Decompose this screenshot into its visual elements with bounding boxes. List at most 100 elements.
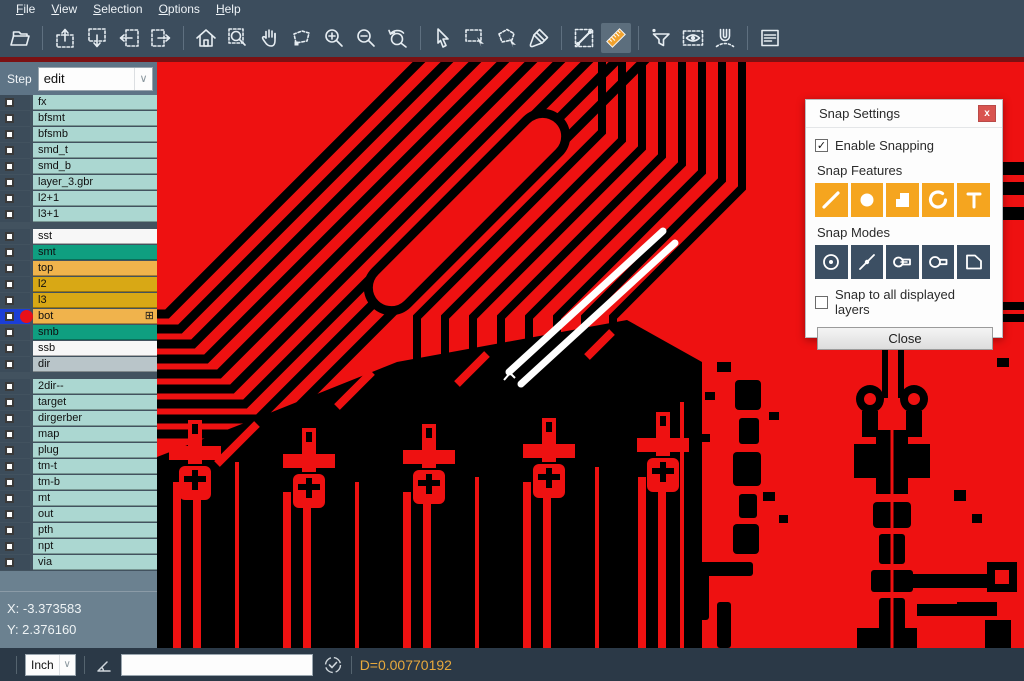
layer-label[interactable]: dirgerber — [33, 411, 157, 426]
import-bottom-button[interactable] — [82, 23, 112, 53]
layer-row[interactable]: dir — [0, 357, 157, 372]
layer-label[interactable]: tm-b — [33, 475, 157, 490]
snap-all-layers-row[interactable]: Snap to all displayed layers — [815, 287, 993, 317]
snap-line-button[interactable] — [815, 183, 848, 217]
layer-label[interactable]: top — [33, 261, 157, 276]
snap-center-button[interactable] — [815, 245, 848, 279]
snap-pad-slot-button[interactable] — [886, 245, 919, 279]
layer-visibility-checkbox[interactable] — [0, 539, 30, 554]
view-eye-button[interactable] — [678, 23, 708, 53]
panels-button[interactable] — [755, 23, 785, 53]
snap-all-layers-checkbox[interactable] — [815, 296, 828, 309]
layer-label[interactable]: smd_b — [33, 159, 157, 174]
layer-visibility-checkbox[interactable] — [0, 341, 30, 356]
menu-options[interactable]: Options — [151, 0, 208, 18]
layer-label[interactable]: tm-t — [33, 459, 157, 474]
layer-row[interactable]: smt — [0, 245, 157, 260]
layer-row[interactable]: smd_t — [0, 143, 157, 158]
select-cursor-button[interactable] — [428, 23, 458, 53]
layer-visibility-checkbox[interactable] — [0, 175, 30, 190]
zoom-in-button[interactable] — [319, 23, 349, 53]
import-left-button[interactable] — [114, 23, 144, 53]
pan-hand-button[interactable] — [255, 23, 285, 53]
enable-snapping-row[interactable]: ✓ Enable Snapping — [815, 138, 993, 153]
zoom-home-button[interactable] — [191, 23, 221, 53]
menu-selection[interactable]: Selection — [85, 0, 150, 18]
close-button[interactable]: Close — [817, 327, 993, 350]
zoom-out-button[interactable] — [351, 23, 381, 53]
layer-visibility-checkbox[interactable] — [0, 245, 30, 260]
layer-visibility-checkbox[interactable] — [0, 229, 30, 244]
command-input[interactable] — [121, 654, 313, 676]
enable-snapping-checkbox[interactable]: ✓ — [815, 139, 828, 152]
menu-file[interactable]: File — [8, 0, 43, 18]
layer-row[interactable]: bot⊞ — [0, 309, 157, 324]
layer-label[interactable]: l3 — [33, 293, 157, 308]
layer-row[interactable]: l2 — [0, 277, 157, 292]
layer-label[interactable]: fx — [33, 95, 157, 110]
layer-visibility-checkbox[interactable] — [0, 111, 30, 126]
layer-label[interactable]: pth — [33, 523, 157, 538]
menu-view[interactable]: View — [43, 0, 85, 18]
select-polygon-button[interactable] — [492, 23, 522, 53]
brush-button[interactable] — [524, 23, 554, 53]
layer-label[interactable]: via — [33, 555, 157, 570]
layer-row[interactable]: top — [0, 261, 157, 276]
layer-label[interactable]: bfsmt — [33, 111, 157, 126]
layer-visibility-checkbox[interactable] — [0, 395, 30, 410]
layer-visibility-checkbox[interactable] — [0, 491, 30, 506]
snap-magnet-button[interactable] — [710, 23, 740, 53]
layer-visibility-checkbox[interactable] — [0, 325, 30, 340]
layer-label[interactable]: npt — [33, 539, 157, 554]
open-folder-button[interactable] — [5, 23, 35, 53]
layer-row[interactable]: sst — [0, 229, 157, 244]
layer-row[interactable]: l3+1 — [0, 207, 157, 222]
layer-label[interactable]: map — [33, 427, 157, 442]
layer-visibility-checkbox[interactable] — [0, 95, 30, 110]
layer-row[interactable]: via — [0, 555, 157, 570]
apply-check-icon[interactable] — [323, 655, 343, 675]
layer-row[interactable]: fx — [0, 95, 157, 110]
layer-visibility-checkbox[interactable] — [0, 427, 30, 442]
unit-select[interactable]: Inch ∨ — [25, 654, 76, 676]
layer-visibility-checkbox[interactable] — [0, 523, 30, 538]
layer-row[interactable]: mt — [0, 491, 157, 506]
layer-row[interactable]: l2+1 — [0, 191, 157, 206]
layer-row[interactable]: layer_3.gbr — [0, 175, 157, 190]
zoom-polygon-button[interactable] — [287, 23, 317, 53]
layer-visibility-checkbox[interactable] — [0, 475, 30, 490]
step-select[interactable]: edit ∨ — [38, 67, 153, 91]
layer-row[interactable]: out — [0, 507, 157, 522]
layer-visibility-checkbox[interactable] — [0, 143, 30, 158]
layer-label[interactable]: target — [33, 395, 157, 410]
layer-label[interactable]: bfsmb — [33, 127, 157, 142]
layer-row[interactable]: npt — [0, 539, 157, 554]
layer-visibility-checkbox[interactable] — [0, 159, 30, 174]
snap-text-button[interactable] — [957, 183, 990, 217]
layer-visibility-checkbox[interactable] — [0, 507, 30, 522]
layer-row[interactable]: ssb — [0, 341, 157, 356]
layer-visibility-checkbox[interactable] — [0, 555, 30, 570]
layer-visibility-checkbox[interactable] — [0, 443, 30, 458]
layer-label[interactable]: l2+1 — [33, 191, 157, 206]
layer-row[interactable]: map — [0, 427, 157, 442]
layer-row[interactable]: l3 — [0, 293, 157, 308]
ruler-button[interactable] — [601, 23, 631, 53]
zoom-previous-button[interactable] — [383, 23, 413, 53]
dialog-close-icon[interactable]: x — [978, 105, 996, 122]
layer-row[interactable]: tm-b — [0, 475, 157, 490]
snap-arc-button[interactable] — [922, 183, 955, 217]
pcb-canvas[interactable]: Snap Settings x ✓ Enable Snapping Snap F… — [157, 62, 1024, 648]
layer-visibility-checkbox[interactable] — [0, 277, 30, 292]
layer-row[interactable]: tm-t — [0, 459, 157, 474]
layer-label[interactable]: bot⊞ — [33, 309, 157, 324]
layer-label[interactable]: 2dir-- — [33, 379, 157, 394]
layer-visibility-checkbox[interactable] — [0, 207, 30, 222]
zoom-window-button[interactable] — [223, 23, 253, 53]
layer-label[interactable]: sst — [33, 229, 157, 244]
layer-label[interactable]: layer_3.gbr — [33, 175, 157, 190]
angle-icon[interactable] — [93, 655, 113, 675]
snap-midpoint-button[interactable] — [851, 245, 884, 279]
layer-row[interactable]: 2dir-- — [0, 379, 157, 394]
menu-help[interactable]: Help — [208, 0, 249, 18]
